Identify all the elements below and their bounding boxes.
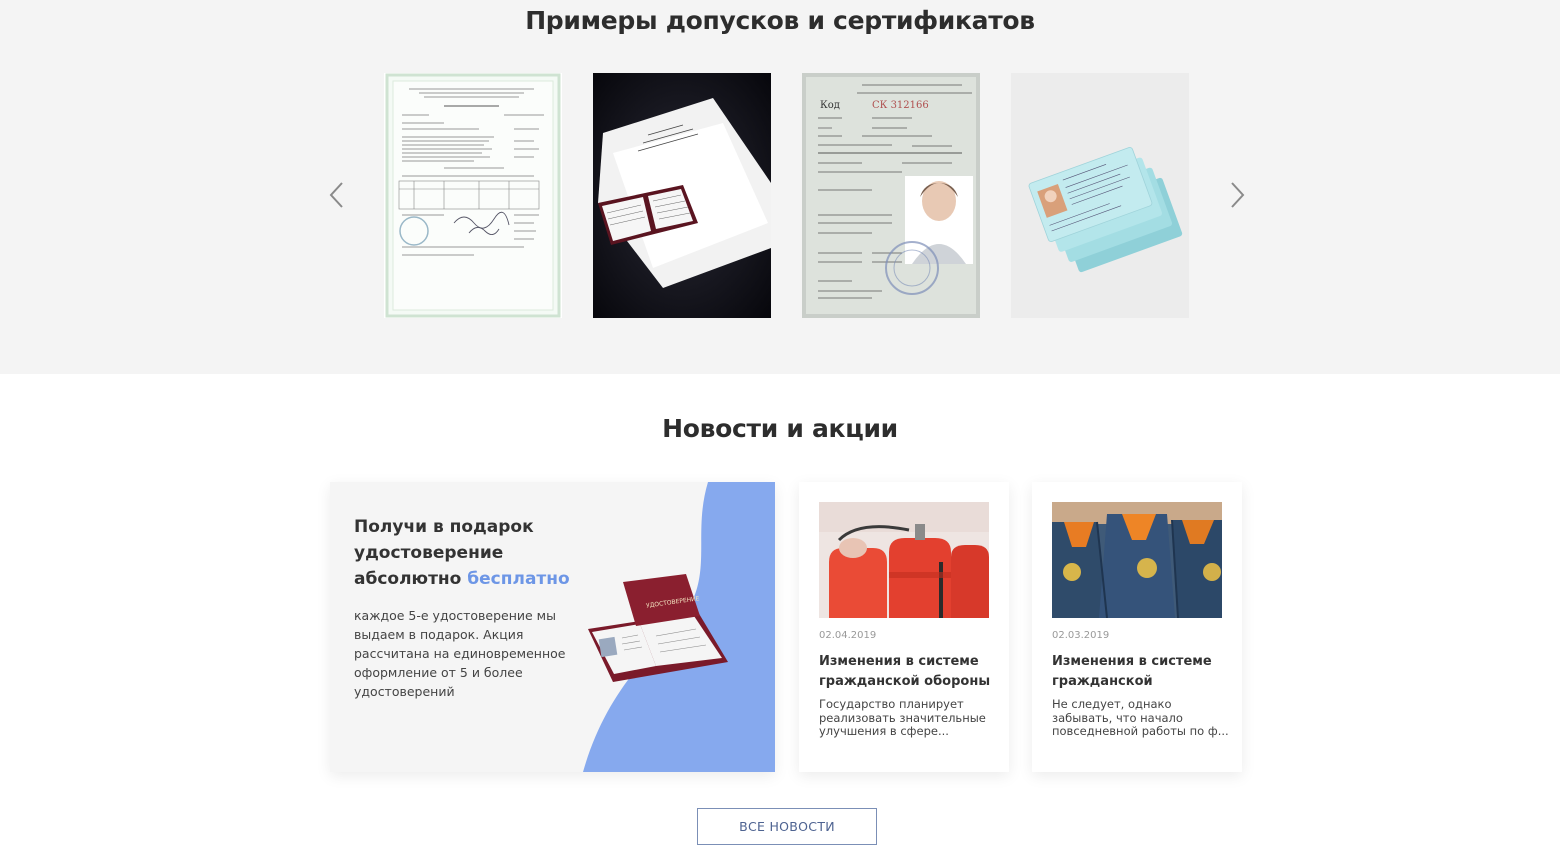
promo-text: каждое 5-е удостоверение мы выдаем в под… — [354, 608, 566, 699]
news-image-rescuers — [1052, 502, 1222, 618]
certificate-slide-id-cards[interactable] — [1011, 73, 1189, 318]
news-excerpt: Государство планирует реализовать значит… — [819, 697, 986, 738]
promo-title-accent: бесплатно — [467, 569, 570, 589]
news-excerpt: Не следует, однако забывать, что начало … — [1052, 697, 1229, 738]
tractor-license-image: Код СК 312166 — [802, 73, 980, 318]
blue-id-cards-image — [1011, 73, 1189, 318]
news-card[interactable]: 02.04.2019 Изменения в системе гражданск… — [799, 482, 1009, 772]
news-image-extinguishers — [819, 502, 989, 618]
news-date: 02.03.2019 — [1052, 630, 1110, 641]
journal-booklet-image — [593, 73, 771, 318]
promo-title-line-2: удостоверение — [354, 543, 504, 563]
promo-card[interactable]: Получи в подарок удостоверение абсолютно… — [330, 482, 775, 772]
rescuers-uniform-image — [1052, 502, 1222, 618]
news-card[interactable]: 02.03.2019 Изменения в системе гражданск… — [1032, 482, 1242, 772]
all-news-button[interactable]: ВСЕ НОВОСТИ — [697, 808, 877, 845]
certificate-slide-journal[interactable] — [593, 73, 771, 318]
chevron-right-icon — [1231, 182, 1245, 208]
news-title: Новости и акции — [662, 414, 898, 443]
carousel-prev-button[interactable] — [321, 178, 355, 212]
news-date: 02.04.2019 — [819, 630, 877, 641]
news-headline[interactable]: Изменения в системе гражданской — [1052, 652, 1232, 692]
fire-extinguisher-image — [819, 502, 989, 618]
certificate-booklet-image: УДОСТОВЕРЕНИЕ — [588, 574, 728, 682]
promo-title-line-1: Получи в подарок — [354, 517, 534, 537]
chevron-left-icon — [329, 182, 343, 208]
certificate-slide-protocol[interactable] — [384, 73, 562, 318]
protocol-document-image — [384, 73, 562, 318]
certificates-title: Примеры допусков и сертификатов — [525, 6, 1035, 35]
news-headline[interactable]: Изменения в системе гражданской обороны — [819, 652, 999, 692]
svg-text:СК 312166: СК 312166 — [872, 100, 929, 111]
promo-title: Получи в подарок удостоверение абсолютно… — [354, 514, 604, 592]
svg-text:Код: Код — [820, 100, 840, 111]
certificate-slide-tractor-license[interactable]: Код СК 312166 — [802, 73, 980, 318]
promo-title-line-3: абсолютно — [354, 569, 468, 589]
carousel-next-button[interactable] — [1219, 178, 1253, 212]
certificates-section: Примеры допусков и сертификатов Код СК 3… — [0, 0, 1560, 374]
